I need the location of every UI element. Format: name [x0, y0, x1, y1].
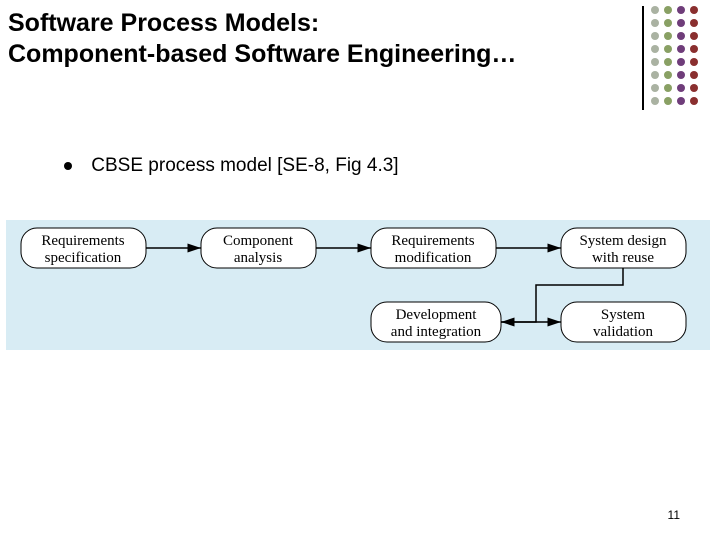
- dot-icon: [664, 45, 672, 53]
- slide: Software Process Models: Component-based…: [0, 0, 720, 540]
- dot-icon: [690, 32, 698, 40]
- node-label-line2: with reuse: [592, 250, 654, 266]
- dot-icon: [651, 19, 659, 27]
- process-diagram: Requirements specification Component ana…: [6, 220, 710, 350]
- page-number: 11: [668, 508, 680, 522]
- dot-icon: [664, 97, 672, 105]
- node-label-line1: Component: [223, 233, 294, 249]
- node-label-line1: Requirements: [391, 233, 474, 249]
- dot-icon: [664, 71, 672, 79]
- dot-icon: [651, 45, 659, 53]
- node-label-line1: Development: [396, 307, 478, 323]
- dot-icon: [664, 84, 672, 92]
- bullet-text: CBSE process model [SE-8, Fig 4.3]: [91, 155, 398, 176]
- dot-icon: [690, 45, 698, 53]
- node-label-line2: modification: [395, 250, 472, 266]
- dot-icon: [651, 6, 659, 14]
- bullet-icon: [64, 162, 72, 170]
- dot-icon: [651, 58, 659, 66]
- dot-icon: [677, 71, 685, 79]
- node-label-line1: Requirements: [41, 233, 124, 249]
- node-development-integration: Development and integration: [371, 302, 501, 342]
- page-title: Software Process Models: Component-based…: [8, 8, 568, 71]
- dot-icon: [690, 71, 698, 79]
- dot-icon: [677, 6, 685, 14]
- dot-icon: [664, 19, 672, 27]
- dot-icon: [651, 32, 659, 40]
- dot-icon: [690, 58, 698, 66]
- node-system-design: System design with reuse: [561, 228, 686, 268]
- dot-icon: [690, 84, 698, 92]
- dot-icon: [677, 84, 685, 92]
- node-label-line2: specification: [45, 250, 122, 266]
- node-requirements-modification: Requirements modification: [371, 228, 496, 268]
- dot-icon: [651, 84, 659, 92]
- dot-icon: [690, 19, 698, 27]
- dot-icon: [664, 58, 672, 66]
- dot-icon: [664, 32, 672, 40]
- node-component-analysis: Component analysis: [201, 228, 316, 268]
- node-requirements-specification: Requirements specification: [21, 228, 146, 268]
- node-label-line2: validation: [593, 324, 653, 340]
- node-label-line1: System design: [579, 233, 667, 249]
- node-system-validation: System validation: [561, 302, 686, 342]
- dot-icon: [677, 45, 685, 53]
- dot-icon: [651, 97, 659, 105]
- dot-icon: [677, 32, 685, 40]
- bullet-list: CBSE process model [SE-8, Fig 4.3]: [64, 155, 399, 177]
- dot-icon: [690, 6, 698, 14]
- dot-icon: [651, 71, 659, 79]
- node-label-line2: and integration: [391, 324, 482, 340]
- dot-icon: [677, 58, 685, 66]
- dot-icon: [677, 97, 685, 105]
- title-line-1: Software Process Models:: [8, 9, 319, 37]
- decorative-divider: [642, 6, 644, 110]
- dot-icon: [664, 6, 672, 14]
- corner-dot-grid-icon: [651, 6, 700, 107]
- node-label-line2: analysis: [234, 250, 282, 266]
- dot-icon: [677, 19, 685, 27]
- dot-icon: [690, 97, 698, 105]
- title-line-2: Component-based Software Engineering…: [8, 40, 516, 68]
- node-label-line1: System: [601, 307, 646, 323]
